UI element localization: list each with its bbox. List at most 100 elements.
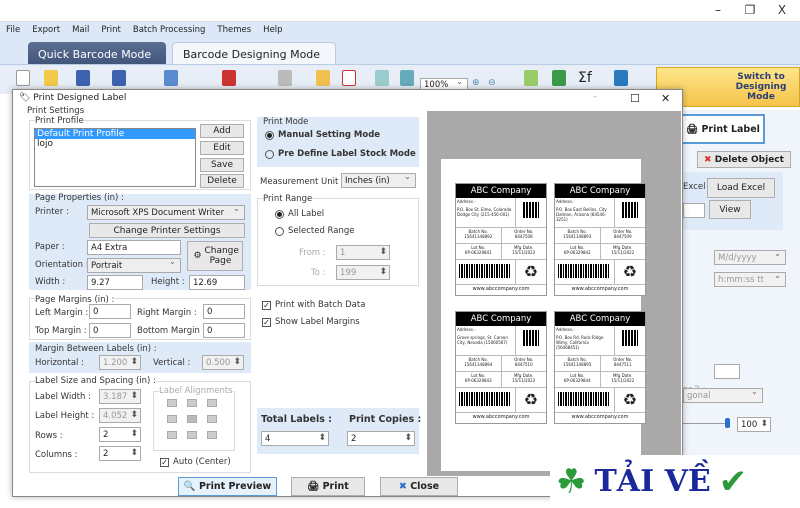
print-profile-list[interactable]: Default Print Profile lojo <box>34 128 196 187</box>
menu-themes[interactable]: Themes <box>217 25 251 35</box>
restore-button[interactable]: ❐ <box>740 3 760 17</box>
save-as-icon[interactable] <box>112 70 126 86</box>
new-icon[interactable] <box>16 70 30 86</box>
excel-icon[interactable] <box>552 70 566 86</box>
print-copies-spinner[interactable]: 2 <box>347 431 415 446</box>
close-button[interactable]: X <box>772 3 792 17</box>
minimize-button[interactable]: – <box>708 3 728 17</box>
page-height-field[interactable]: 12.69 <box>189 275 245 290</box>
align-center-icon <box>187 415 197 423</box>
label-company: ABC Company <box>555 312 645 326</box>
close-button-dialog[interactable]: ✖ Close <box>380 477 458 496</box>
export-icon[interactable] <box>342 70 356 86</box>
auto-center-checkbox[interactable]: ✓ Auto (Center) <box>160 457 231 467</box>
profile-item[interactable]: Default Print Profile <box>35 129 195 139</box>
actual-size-icon[interactable] <box>375 70 389 86</box>
menu-mail[interactable]: Mail <box>72 25 89 35</box>
menu-print[interactable]: Print <box>101 25 121 35</box>
label-preview: ABC Company Address.- Grove springs, St. … <box>455 311 547 424</box>
mail-icon[interactable] <box>316 70 330 86</box>
delete-object-button[interactable]: ✖ Delete Object <box>697 151 791 168</box>
page-width-field[interactable]: 9.27 <box>87 275 143 290</box>
zoom-out-icon[interactable]: ⊖ <box>488 78 496 88</box>
mfg-value: 15/11/2022 <box>611 378 635 383</box>
watermark-text: TẢI VỀ <box>594 464 711 499</box>
show-label-margins-checkbox[interactable]: ✓ Show Label Margins <box>262 317 360 327</box>
dialog-close-button[interactable]: ✕ <box>661 92 670 105</box>
view-button[interactable]: View <box>709 200 751 219</box>
print-label-button[interactable]: 🖨 Print Label <box>681 114 765 144</box>
edit-icon[interactable] <box>524 70 538 86</box>
selected-range-radio[interactable]: Selected Range <box>275 226 355 236</box>
edit-profile-button[interactable]: Edit <box>200 141 244 155</box>
formula-icon[interactable]: Σf <box>578 70 592 86</box>
save-profile-button[interactable]: Save <box>200 158 244 172</box>
align-middle-right-icon <box>207 415 217 423</box>
print-with-batch-checkbox[interactable]: ✓ Print with Batch Data <box>262 300 365 310</box>
open-icon[interactable] <box>44 70 58 86</box>
clover-icon: ☘ <box>556 461 587 502</box>
save-icon[interactable] <box>76 70 90 86</box>
change-printer-settings-button[interactable]: Change Printer Settings <box>89 223 245 238</box>
magnifier-icon: 🔍 <box>183 481 196 492</box>
zoom-in-icon[interactable]: ⊕ <box>472 78 480 88</box>
manual-setting-radio[interactable]: Manual Setting Mode <box>265 130 380 140</box>
printer-label: Printer : <box>35 207 69 217</box>
color2-swatch[interactable] <box>714 364 740 379</box>
change-page-button[interactable]: ⚙ Change Page <box>187 241 243 271</box>
top-margin-field[interactable]: 0 <box>89 323 131 338</box>
opacity-value: 100 <box>741 419 758 430</box>
label-alignments-legend: Label Alignments <box>159 386 233 396</box>
qr-code-icon <box>621 202 638 218</box>
paper-field[interactable]: A4 Extra <box>87 240 181 255</box>
orientation-select[interactable]: Portrait <box>87 257 181 273</box>
load-excel-button[interactable]: Load Excel <box>707 178 775 198</box>
export-image-icon[interactable] <box>164 70 178 86</box>
horizontal-value: 1.200 <box>103 357 128 368</box>
menu-bar: File Export Mail Print Batch Processing … <box>0 22 800 38</box>
all-label-radio[interactable]: All Label <box>275 209 324 219</box>
mfg-value: 15/11/2022 <box>512 378 536 383</box>
opacity-slider-track[interactable] <box>683 423 727 424</box>
fit-icon[interactable] <box>400 70 414 86</box>
measurement-unit-select[interactable]: Inches (in) <box>341 172 416 188</box>
dialog-minimize-button[interactable]: – <box>593 92 598 102</box>
radio-selected-icon <box>265 130 274 140</box>
print-preview-button[interactable]: 🔍 Print Preview <box>178 477 277 496</box>
printer-select[interactable]: Microsoft XPS Document Writer <box>87 204 245 220</box>
bottom-margin-field[interactable]: 0 <box>203 323 245 338</box>
swap-icon[interactable] <box>614 70 628 86</box>
pdf-icon[interactable] <box>222 70 236 86</box>
dialog-maximize-button[interactable]: ☐ <box>630 92 640 105</box>
menu-export[interactable]: Export <box>32 25 60 35</box>
right-margin-field[interactable]: 0 <box>203 304 245 319</box>
delete-profile-button[interactable]: Delete <box>200 174 244 188</box>
add-profile-button[interactable]: Add <box>200 124 244 138</box>
profile-item[interactable]: lojo <box>35 139 195 149</box>
tab-barcode-designing-mode[interactable]: Barcode Designing Mode <box>172 42 336 66</box>
menu-batch-processing[interactable]: Batch Processing <box>133 25 206 35</box>
left-margin-field[interactable]: 0 <box>89 304 131 319</box>
barcode-icon <box>558 264 611 278</box>
lot-value: KP-06329842 <box>563 250 591 255</box>
menu-help[interactable]: Help <box>263 25 282 35</box>
from-label: From : <box>299 248 326 258</box>
from-spinner: 1 <box>336 245 390 260</box>
gradient-value: gonal <box>687 390 711 401</box>
label-website: www.abccompany.com <box>472 414 530 420</box>
predefine-stock-radio[interactable]: Pre Define Label Stock Mode <box>265 149 416 159</box>
tab-quick-barcode-mode[interactable]: Quick Barcode Mode <box>28 42 166 66</box>
print-icon[interactable] <box>278 70 292 86</box>
columns-spinner[interactable]: 2 <box>99 446 141 461</box>
rows-spinner[interactable]: 2 <box>99 427 141 442</box>
recycle-icon: ♻ <box>622 262 637 281</box>
excel-sheet-select[interactable] <box>683 203 705 218</box>
align-middle-left-icon <box>167 415 177 423</box>
print-button[interactable]: 🖨 Print <box>291 477 365 496</box>
opacity-input[interactable]: 100 <box>737 417 771 432</box>
menu-file[interactable]: File <box>6 25 20 35</box>
show-label-margins-text: Show Label Margins <box>275 317 360 327</box>
total-labels-spinner[interactable]: 4 <box>261 431 329 446</box>
opacity-slider-thumb[interactable] <box>725 418 730 428</box>
right-margin-label: Right Margin : <box>137 308 197 318</box>
